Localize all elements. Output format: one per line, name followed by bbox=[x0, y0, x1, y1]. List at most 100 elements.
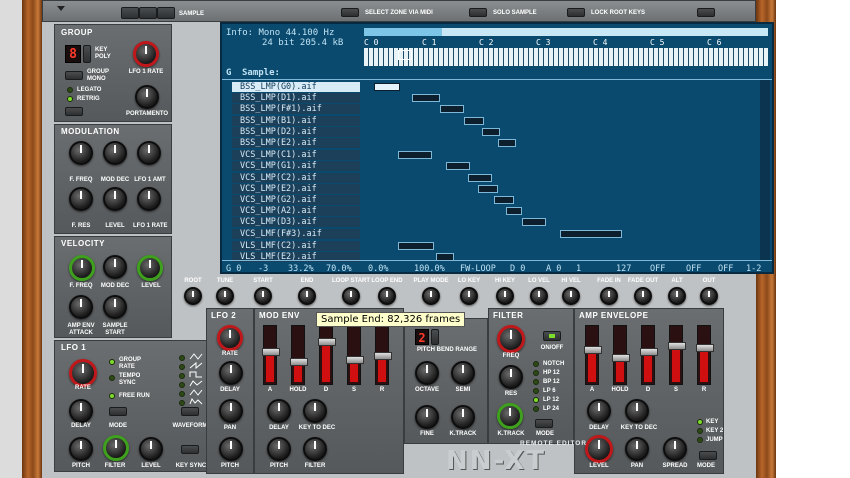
sample-row-name[interactable]: VCS_LMF(F#3).aif bbox=[232, 228, 360, 239]
lfo2-pan-knob[interactable] bbox=[219, 399, 243, 423]
mod-env-key-to-dec-knob[interactable] bbox=[303, 399, 327, 423]
sample-zone[interactable] bbox=[468, 173, 492, 182]
sample-map-display[interactable]: Info: Mono 44.100 Hz 24 bit 205.4 kB C 0… bbox=[220, 22, 774, 274]
sample-zone[interactable] bbox=[522, 218, 546, 227]
solo-sample-button[interactable] bbox=[469, 8, 487, 17]
param-knob[interactable] bbox=[668, 287, 686, 305]
amp-env-sustain-fader[interactable] bbox=[668, 325, 686, 385]
retrig-led[interactable] bbox=[67, 96, 73, 102]
waveform-led-4[interactable] bbox=[179, 382, 185, 388]
free-run-led[interactable] bbox=[109, 393, 115, 399]
param-knob[interactable] bbox=[298, 287, 316, 305]
mod-env-pitch-knob[interactable] bbox=[267, 437, 291, 461]
sample-zone[interactable] bbox=[398, 241, 434, 250]
mod-env-delay-knob[interactable] bbox=[267, 399, 291, 423]
param-knob[interactable] bbox=[378, 287, 396, 305]
display-scrollbar[interactable] bbox=[760, 80, 770, 260]
mod-env-filter-knob[interactable] bbox=[303, 437, 327, 461]
pitch-octave-knob[interactable] bbox=[415, 361, 439, 385]
lfo1-pitch-knob[interactable] bbox=[69, 437, 93, 461]
sample-row-name[interactable]: VCS_LMP(D3).aif bbox=[232, 217, 360, 228]
filter-hp12-led[interactable] bbox=[533, 370, 539, 376]
amp-env-delay-knob[interactable] bbox=[587, 399, 611, 423]
param-knob[interactable] bbox=[600, 287, 618, 305]
lfo1-filter-knob[interactable] bbox=[103, 435, 129, 461]
vel-level-knob[interactable] bbox=[137, 255, 163, 281]
mod-env-release-fader[interactable] bbox=[374, 325, 392, 385]
waveform-led-2[interactable] bbox=[179, 364, 185, 370]
lfo1-level-knob[interactable] bbox=[139, 437, 163, 461]
sample-zone[interactable] bbox=[464, 116, 484, 125]
sample-row-name[interactable]: VCS_LMP(G1).aif bbox=[232, 161, 360, 172]
toolbar-extra-button[interactable] bbox=[697, 8, 715, 17]
sample-row-name[interactable]: VLS_LMF(C2).aif bbox=[232, 240, 360, 251]
mod-ffreq-knob[interactable] bbox=[69, 141, 93, 165]
waveform-led-3[interactable] bbox=[179, 373, 185, 379]
legato-retrig-button[interactable] bbox=[65, 107, 83, 116]
sample-zone[interactable] bbox=[506, 207, 522, 216]
filter-notch-led[interactable] bbox=[533, 361, 539, 367]
sample-zone[interactable] bbox=[440, 105, 464, 114]
vel-moddec-knob[interactable] bbox=[103, 255, 127, 279]
mod-env-sustain-fader[interactable] bbox=[346, 325, 364, 385]
amp-env-spread-knob[interactable] bbox=[663, 437, 687, 461]
mod-lfo1amt-knob[interactable] bbox=[137, 141, 161, 165]
sample-prev-button[interactable] bbox=[121, 7, 139, 19]
filter-lp12-led[interactable] bbox=[533, 397, 539, 403]
waveform-led-5[interactable] bbox=[179, 391, 185, 397]
amp-env-release-fader[interactable] bbox=[696, 325, 714, 385]
group-mono-button[interactable] bbox=[65, 71, 83, 80]
tempo-sync-led[interactable] bbox=[109, 375, 115, 381]
filter-res-knob[interactable] bbox=[499, 365, 523, 389]
sample-zone[interactable] bbox=[498, 139, 516, 147]
vel-amp-env-attack-knob[interactable] bbox=[69, 295, 93, 319]
waveform-led-1[interactable] bbox=[179, 355, 185, 361]
amp-env-mode-button[interactable] bbox=[699, 451, 717, 460]
lock-root-keys-button[interactable] bbox=[567, 8, 585, 17]
filter-bp12-led[interactable] bbox=[533, 379, 539, 385]
sample-zone[interactable] bbox=[560, 229, 622, 238]
pitch-fine-knob[interactable] bbox=[415, 405, 439, 429]
sample-row-name[interactable]: BSS_LMP(D2).aif bbox=[232, 126, 360, 137]
spread-key-led[interactable] bbox=[697, 419, 703, 425]
lfo1-rate-knob[interactable] bbox=[133, 41, 159, 67]
group-rate-led[interactable] bbox=[109, 359, 115, 365]
filter-lp24-led[interactable] bbox=[533, 406, 539, 412]
lfo1-mode-button[interactable] bbox=[109, 407, 127, 416]
pitch-semi-knob[interactable] bbox=[451, 361, 475, 385]
param-knob[interactable] bbox=[422, 287, 440, 305]
amp-env-attack-fader[interactable] bbox=[584, 325, 602, 385]
sample-row-name[interactable]: VCS_LMP(C1).aif bbox=[232, 150, 360, 161]
param-knob[interactable] bbox=[216, 287, 234, 305]
amp-env-pan-knob[interactable] bbox=[625, 437, 649, 461]
param-knob[interactable] bbox=[254, 287, 272, 305]
keyboard[interactable] bbox=[364, 48, 768, 66]
param-knob[interactable] bbox=[634, 287, 652, 305]
sample-row-name[interactable]: VCS_LMP(A2).aif bbox=[232, 206, 360, 217]
portamento-knob[interactable] bbox=[135, 85, 159, 109]
amp-env-decay-fader[interactable] bbox=[640, 325, 658, 385]
lfo1-rate-knob-main[interactable] bbox=[69, 359, 97, 387]
sample-row-name[interactable]: VCS_LMP(G2).aif bbox=[232, 195, 360, 205]
sample-row-name[interactable]: VCS_LMP(E2).aif bbox=[232, 183, 360, 194]
lfo1-delay-knob[interactable] bbox=[69, 399, 93, 423]
amp-env-level-knob[interactable] bbox=[585, 435, 613, 463]
filter-freq-knob[interactable] bbox=[497, 325, 525, 353]
param-knob[interactable] bbox=[460, 287, 478, 305]
param-knob[interactable] bbox=[496, 287, 514, 305]
sample-row-name[interactable]: BSS_LMP(D1).aif bbox=[232, 93, 360, 104]
amp-env-hold-fader[interactable] bbox=[612, 325, 630, 385]
lfo2-delay-knob[interactable] bbox=[219, 361, 243, 385]
sample-row-name[interactable]: BSS_LMP(B1).aif bbox=[232, 115, 360, 126]
filter-on-off-button[interactable] bbox=[543, 331, 561, 341]
lfo2-pitch-knob[interactable] bbox=[219, 437, 243, 461]
sample-zone[interactable] bbox=[494, 196, 514, 204]
sample-zone[interactable] bbox=[398, 151, 432, 160]
amp-env-key-to-dec-knob[interactable] bbox=[625, 399, 649, 423]
sample-zone[interactable] bbox=[482, 127, 500, 136]
spread-jump-led[interactable] bbox=[697, 437, 703, 443]
mod-env-attack-fader[interactable] bbox=[262, 325, 280, 385]
filter-lp6-led[interactable] bbox=[533, 388, 539, 394]
waveform-led-6[interactable] bbox=[179, 400, 185, 406]
sample-row-name[interactable]: BSS_LMP(G0).aif bbox=[232, 82, 360, 92]
